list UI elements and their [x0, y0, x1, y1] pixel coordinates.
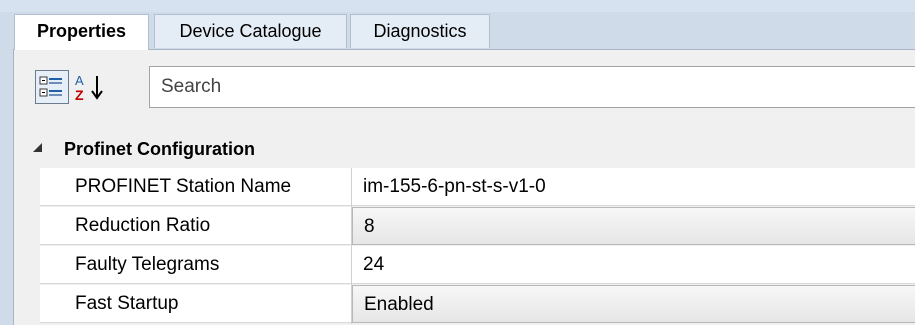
sort-alphabetical-icon: A Z	[75, 73, 103, 103]
property-name: PROFINET Station Name	[40, 168, 351, 206]
sort-alphabetical-button[interactable]: A Z	[73, 70, 107, 104]
svg-text:A: A	[75, 73, 84, 88]
tab-strip-background	[0, 0, 915, 12]
property-name: Fast Startup	[40, 285, 351, 323]
property-name: Reduction Ratio	[40, 207, 351, 245]
property-row-faulty-telegrams[interactable]: Faulty Telegrams 24	[40, 246, 915, 285]
categorized-view-button[interactable]	[35, 70, 69, 104]
tab-device-catalogue[interactable]: Device Catalogue	[154, 14, 347, 48]
property-value-field[interactable]: 24	[352, 246, 915, 284]
category-label: Profinet Configuration	[64, 139, 255, 159]
property-row-reduction-ratio[interactable]: Reduction Ratio 8	[40, 207, 915, 246]
property-value-dropdown[interactable]: 8	[352, 207, 915, 245]
tab-strip: Properties Device Catalogue Diagnostics	[0, 0, 915, 50]
tab-properties[interactable]: Properties	[14, 14, 149, 50]
property-row-fast-startup[interactable]: Fast Startup Enabled	[40, 285, 915, 324]
property-name: Faulty Telegrams	[40, 246, 351, 284]
property-value-dropdown[interactable]: Enabled	[352, 285, 915, 323]
search-input[interactable]	[149, 66, 915, 108]
svg-text:Z: Z	[75, 87, 84, 103]
properties-panel: A Z Profinet Configuration PROFINET Stat…	[13, 49, 915, 325]
property-row-station-name[interactable]: PROFINET Station Name im-155-6-pn-st-s-v…	[40, 168, 915, 207]
property-grid-toolbar: A Z	[14, 50, 915, 130]
category-header[interactable]: Profinet Configuration	[14, 130, 915, 168]
tab-diagnostics[interactable]: Diagnostics	[350, 14, 490, 48]
collapse-triangle-icon[interactable]	[31, 141, 45, 155]
categorized-view-icon	[39, 76, 62, 97]
property-value-field[interactable]: im-155-6-pn-st-s-v1-0	[352, 168, 915, 206]
